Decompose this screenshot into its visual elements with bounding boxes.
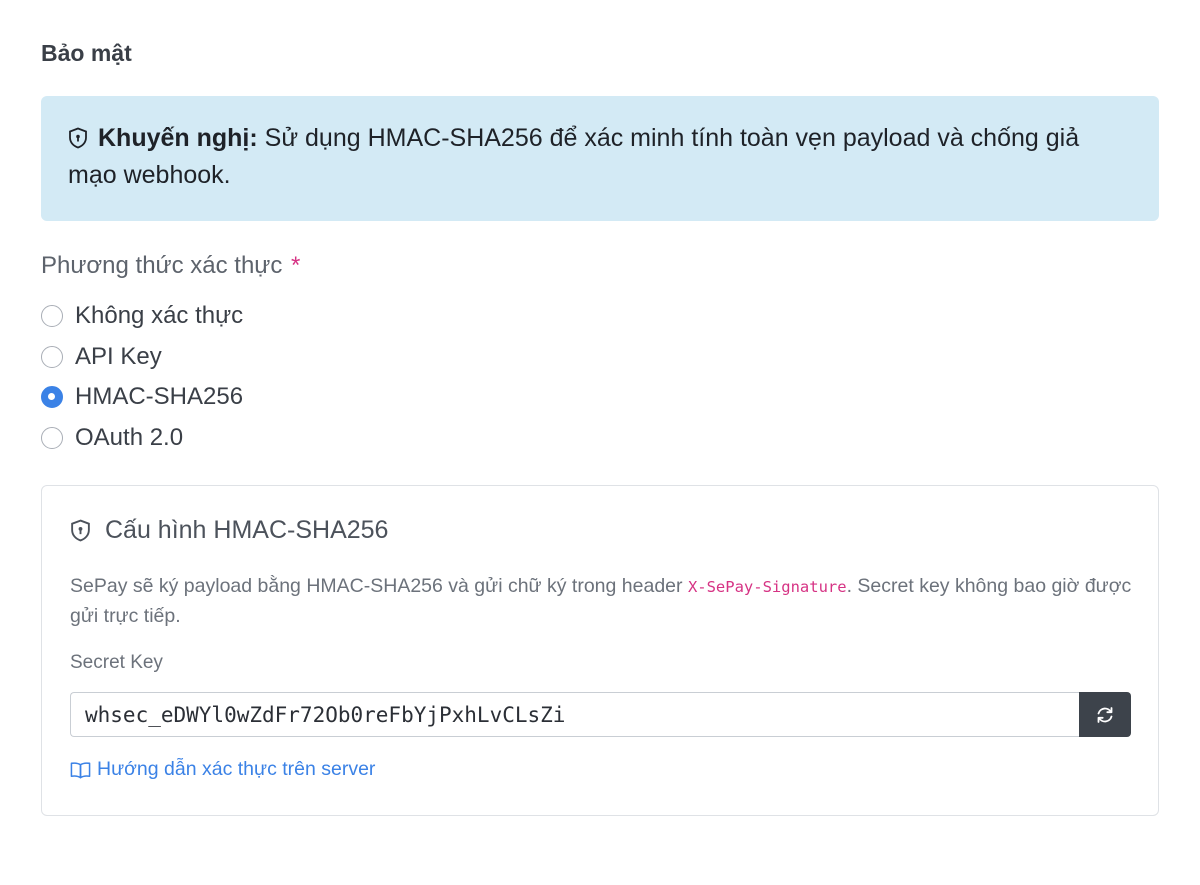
regenerate-key-button[interactable]: [1079, 692, 1131, 737]
auth-guide-link-text: Hướng dẫn xác thực trên server: [97, 758, 376, 780]
section-title: Bảo mật: [41, 40, 132, 66]
auth-guide-link[interactable]: Hướng dẫn xác thực trên server: [70, 758, 375, 781]
shield-icon: [71, 519, 90, 542]
shield-icon: [69, 127, 87, 149]
recommendation-alert: Khuyến nghị: Sử dụng HMAC-SHA256 để xác …: [41, 96, 1159, 221]
required-mark: *: [291, 252, 301, 279]
auth-method-label: Phương thức xác thực *: [41, 252, 300, 280]
secret-key-input-group: [70, 692, 1131, 737]
radio-api-key[interactable]: [41, 345, 63, 368]
radio-hmac[interactable]: [41, 386, 63, 409]
radio-none[interactable]: [41, 305, 63, 328]
book-icon: [70, 761, 91, 778]
radio-label-none: Không xác thực: [75, 302, 244, 330]
radio-option-none[interactable]: Không xác thực: [41, 296, 243, 337]
hmac-config-card: Cấu hình HMAC-SHA256 SePay sẽ ký payload…: [41, 485, 1159, 816]
radio-label-oauth: OAuth 2.0: [75, 423, 184, 451]
radio-label-hmac: HMAC-SHA256: [75, 383, 244, 411]
auth-method-label-text: Phương thức xác thực: [41, 252, 283, 279]
alert-strong-label: Khuyến nghị:: [98, 124, 258, 152]
radio-option-oauth[interactable]: OAuth 2.0: [41, 418, 243, 459]
radio-oauth[interactable]: [41, 426, 63, 449]
signature-header-code: X-SePay-Signature: [687, 578, 847, 596]
radio-option-api-key[interactable]: API Key: [41, 337, 243, 378]
hmac-card-title: Cấu hình HMAC-SHA256: [70, 516, 388, 545]
auth-method-radio-group: Không xác thực API Key HMAC-SHA256 OAuth…: [41, 296, 243, 458]
hmac-card-description: SePay sẽ ký payload bằng HMAC-SHA256 và …: [70, 572, 1140, 631]
secret-key-label: Secret Key: [70, 652, 163, 673]
secret-key-input[interactable]: [70, 692, 1079, 737]
radio-option-hmac[interactable]: HMAC-SHA256: [41, 377, 243, 418]
radio-label-api-key: API Key: [75, 342, 162, 370]
desc-before: SePay sẽ ký payload bằng HMAC-SHA256 và …: [70, 575, 688, 597]
refresh-icon: [1097, 706, 1113, 723]
hmac-card-title-text: Cấu hình HMAC-SHA256: [105, 516, 389, 544]
